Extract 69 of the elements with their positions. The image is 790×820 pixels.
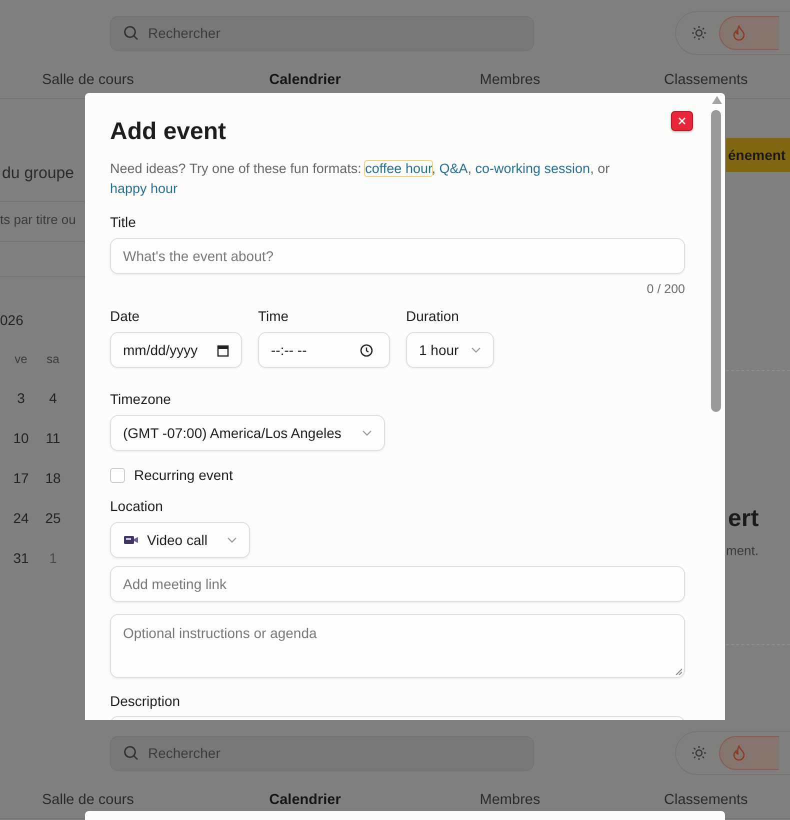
close-icon xyxy=(678,117,686,125)
meeting-link-input[interactable]: Add meeting link xyxy=(110,566,685,602)
suggestion-link[interactable]: co-working session xyxy=(475,161,590,176)
recurring-label: Recurring event xyxy=(134,467,233,483)
scrollbar-thumb[interactable] xyxy=(711,110,721,412)
calendar-day[interactable]: 24 xyxy=(5,510,37,526)
close-button[interactable] xyxy=(671,111,693,131)
calendar-day[interactable]: 11 xyxy=(37,430,69,446)
search-field[interactable]: Rechercher xyxy=(110,736,534,770)
date-label: Date xyxy=(110,307,141,325)
search-icon xyxy=(123,745,139,761)
calendar-month: 026 xyxy=(0,312,24,328)
weekday-label: ve xyxy=(14,352,28,366)
nav-tab[interactable]: Salle de cours xyxy=(42,72,134,94)
search-field[interactable]: Rechercher xyxy=(110,16,534,50)
timezone-select[interactable]: (GMT -07:00) America/Los Angeles xyxy=(110,415,385,451)
calendar-day[interactable]: 17 xyxy=(5,470,37,486)
nav-tab[interactable]: Calendrier xyxy=(269,72,341,94)
chevron-down-icon xyxy=(227,537,237,543)
dialog-title: Add event xyxy=(110,117,226,147)
intro-text: Need ideas? Try one of these fun formats: coffee hour, Q&A, co-working session, or happy hour xyxy=(110,160,611,198)
streak-button[interactable] xyxy=(719,16,780,50)
search-icon xyxy=(123,25,139,41)
agenda-textarea[interactable]: Optional instructions or agenda xyxy=(110,614,685,678)
flame-icon xyxy=(732,25,746,41)
suggestion-link[interactable]: coffee hour xyxy=(365,161,432,176)
sun-icon[interactable] xyxy=(691,745,708,761)
flame-icon xyxy=(732,745,746,761)
character-counter: 0 / 200 xyxy=(646,282,685,296)
title-input[interactable]: What's the event about? xyxy=(110,238,685,274)
scroll-up-arrow-icon[interactable] xyxy=(712,96,722,104)
empty-state-title: ert xyxy=(727,505,760,533)
calendar-icon xyxy=(217,344,229,356)
calendar-day[interactable]: 3 xyxy=(5,390,37,406)
nav-tab[interactable]: Salle de cours xyxy=(42,792,134,814)
calendar-day[interactable]: 4 xyxy=(37,390,69,406)
resize-grip-icon xyxy=(675,668,682,675)
date-input[interactable]: mm/dd/yyyy xyxy=(110,332,242,368)
video-camera-icon xyxy=(123,533,139,547)
calendar-day[interactable]: 18 xyxy=(37,470,69,486)
calendar-day[interactable]: 10 xyxy=(5,430,37,446)
time-label: Time xyxy=(258,307,290,325)
chevron-down-icon xyxy=(471,347,481,353)
nav-tab[interactable]: Membres xyxy=(480,792,540,814)
nav-tab[interactable]: Classements xyxy=(664,72,748,94)
clock-icon xyxy=(360,344,373,356)
nav-tab[interactable]: Classements xyxy=(664,792,748,814)
weekday-label: sa xyxy=(46,352,60,366)
empty-state-text: ment. xyxy=(726,543,760,558)
nav-tab[interactable]: Calendrier xyxy=(269,792,341,814)
location-select[interactable]: Video call xyxy=(110,522,250,558)
calendar-day[interactable]: 31 xyxy=(5,550,37,566)
location-label: Location xyxy=(110,497,164,515)
time-input[interactable]: --:-- -- xyxy=(258,332,390,368)
timezone-label: Timezone xyxy=(110,390,172,408)
duration-label: Duration xyxy=(406,307,460,325)
chevron-down-icon xyxy=(362,430,372,436)
group-title: du groupe xyxy=(1,165,76,183)
suggestion-link[interactable]: Q&A xyxy=(439,161,468,176)
title-label: Title xyxy=(110,213,137,231)
calendar-day[interactable]: 25 xyxy=(37,510,69,526)
recurring-checkbox[interactable] xyxy=(110,468,125,482)
sun-icon[interactable] xyxy=(691,25,708,41)
create-event-button[interactable]: énement xyxy=(726,138,790,172)
duration-select[interactable]: 1 hour xyxy=(406,332,494,368)
streak-button[interactable] xyxy=(719,736,780,770)
description-label: Description xyxy=(110,692,182,710)
suggestion-link[interactable]: happy hour xyxy=(110,181,178,196)
nav-tab[interactable]: Membres xyxy=(480,72,540,94)
